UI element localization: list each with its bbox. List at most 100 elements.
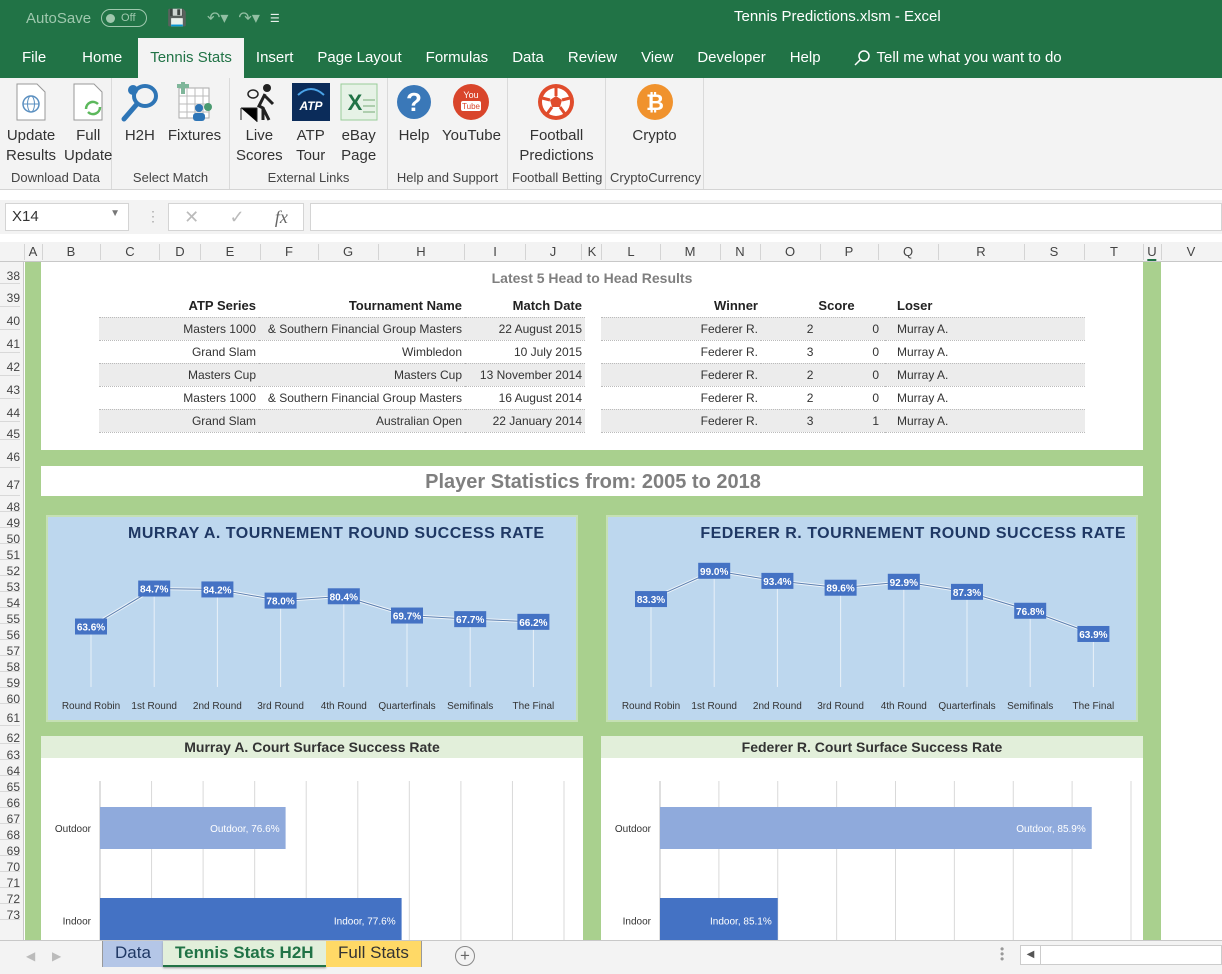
row-header-59[interactable]: 59: [0, 672, 20, 690]
column-divider[interactable]: [100, 244, 101, 260]
atp-tour-button[interactable]: ATP ATP Tour: [289, 82, 333, 169]
scroll-tabs-left-icon[interactable]: ◀: [26, 949, 35, 963]
row-header-40[interactable]: 40: [0, 307, 20, 330]
row-header-68[interactable]: 68: [0, 824, 20, 842]
tab-file[interactable]: File: [0, 38, 68, 78]
row-header-41[interactable]: 41: [0, 330, 20, 353]
cell-loser[interactable]: Murray A.: [885, 362, 1085, 387]
column-header-h[interactable]: H: [416, 244, 425, 259]
tab-insert[interactable]: Insert: [244, 38, 306, 78]
horizontal-scrollbar[interactable]: ◀: [1020, 945, 1222, 965]
row-header-53[interactable]: 53: [0, 576, 20, 594]
cell-s2[interactable]: 0: [842, 385, 885, 410]
row-header-63[interactable]: 63: [0, 744, 20, 762]
column-divider[interactable]: [760, 244, 761, 260]
tab-tennis-stats[interactable]: Tennis Stats: [138, 38, 244, 78]
cell-s2[interactable]: 1: [842, 408, 885, 433]
row-header-47[interactable]: 47: [0, 468, 20, 496]
cell-series[interactable]: Masters 1000: [99, 385, 259, 410]
cell-s1[interactable]: 3: [761, 408, 843, 433]
cell-s1[interactable]: 2: [761, 362, 843, 387]
row-header-69[interactable]: 69: [0, 840, 20, 858]
cell-tournament[interactable]: & Southern Financial Group Masters: [259, 316, 465, 341]
column-divider[interactable]: [938, 244, 939, 260]
murray-surface-chart[interactable]: Outdoor, 76.6% Outdoor Indoor, 77.6% Indoor: [41, 758, 583, 940]
ebay-page-button[interactable]: X eBay Page: [337, 82, 381, 169]
scroll-left-icon[interactable]: ◀: [1021, 946, 1041, 964]
cell-series[interactable]: Masters 1000: [99, 316, 259, 341]
row-header-70[interactable]: 70: [0, 856, 20, 874]
tab-home[interactable]: Home: [68, 38, 138, 78]
cell-date[interactable]: 16 August 2014: [465, 385, 585, 410]
cell-s2[interactable]: 0: [842, 339, 885, 364]
cell-tournament[interactable]: Masters Cup: [259, 362, 465, 387]
help-button[interactable]: ? Help: [392, 82, 436, 169]
column-header-j[interactable]: J: [550, 244, 557, 259]
column-header-i[interactable]: I: [493, 244, 497, 259]
live-scores-button[interactable]: Live Scores: [234, 82, 285, 169]
insert-function-icon[interactable]: fx: [275, 207, 288, 228]
tab-view[interactable]: View: [629, 38, 685, 78]
column-header-b[interactable]: B: [67, 244, 76, 259]
football-predictions-button[interactable]: Football Predictions: [517, 82, 595, 169]
tell-me-search[interactable]: Tell me what you want to do: [841, 38, 1074, 78]
autosave-toggle[interactable]: Off: [101, 9, 148, 27]
column-divider[interactable]: [1024, 244, 1025, 260]
drag-handle-icon[interactable]: ⋮: [146, 208, 160, 225]
cell-winner[interactable]: Federer R.: [601, 339, 761, 364]
youtube-button[interactable]: You Tube YouTube: [440, 82, 503, 169]
add-sheet-icon[interactable]: +: [455, 946, 475, 966]
tab-review[interactable]: Review: [556, 38, 629, 78]
row-header-43[interactable]: 43: [0, 376, 20, 399]
column-divider[interactable]: [378, 244, 379, 260]
row-header-56[interactable]: 56: [0, 624, 20, 642]
cell-winner[interactable]: Federer R.: [601, 385, 761, 410]
row-header-62[interactable]: 62: [0, 726, 20, 745]
crypto-button[interactable]: ₿ Crypto: [630, 82, 678, 169]
column-header-r[interactable]: R: [976, 244, 985, 259]
column-divider[interactable]: [42, 244, 43, 260]
federer-surface-chart[interactable]: Outdoor, 85.9% Outdoor Indoor, 85.1% Indoor: [601, 758, 1143, 940]
row-header-48[interactable]: 48: [0, 496, 20, 514]
murray-round-chart[interactable]: MURRAY A. TOURNEMENT ROUND SUCCESS RATE …: [46, 515, 578, 722]
cell-loser[interactable]: Murray A.: [885, 339, 1085, 364]
column-header-q[interactable]: Q: [903, 244, 913, 259]
cell-tournament[interactable]: Australian Open: [259, 408, 465, 433]
column-header-c[interactable]: C: [125, 244, 134, 259]
column-divider[interactable]: [1084, 244, 1085, 260]
column-divider[interactable]: [525, 244, 526, 260]
cell-winner[interactable]: Federer R.: [601, 316, 761, 341]
row-header-54[interactable]: 54: [0, 592, 20, 610]
cell-date[interactable]: 22 August 2015: [465, 316, 585, 341]
column-divider[interactable]: [720, 244, 721, 260]
cell-loser[interactable]: Murray A.: [885, 385, 1085, 410]
row-header-61[interactable]: 61: [0, 704, 20, 726]
row-header-50[interactable]: 50: [0, 528, 20, 546]
sheet-tab-data[interactable]: Data: [102, 941, 163, 967]
column-header-t[interactable]: T: [1110, 244, 1118, 259]
row-header-72[interactable]: 72: [0, 888, 20, 906]
column-header-a[interactable]: A: [29, 244, 38, 259]
column-divider[interactable]: [200, 244, 201, 260]
tab-data[interactable]: Data: [500, 38, 556, 78]
cell-winner[interactable]: Federer R.: [601, 408, 761, 433]
cell-loser[interactable]: Murray A.: [885, 408, 1085, 433]
tab-page-layout[interactable]: Page Layout: [305, 38, 413, 78]
row-header-45[interactable]: 45: [0, 422, 20, 441]
row-header-65[interactable]: 65: [0, 776, 20, 794]
cell-tournament[interactable]: & Southern Financial Group Masters: [259, 385, 465, 410]
column-header-e[interactable]: E: [226, 244, 235, 259]
scroll-tabs-right-icon[interactable]: ▶: [52, 949, 61, 963]
column-header-m[interactable]: M: [685, 244, 696, 259]
update-results-button[interactable]: Update Results: [4, 82, 58, 169]
sheet-tab-full-stats[interactable]: Full Stats: [326, 941, 422, 967]
customize-toolbar-icon[interactable]: ☰: [270, 12, 280, 25]
cell-date[interactable]: 13 November 2014: [465, 362, 585, 387]
tab-help[interactable]: Help: [778, 38, 833, 78]
enter-icon[interactable]: ✓: [229, 207, 244, 228]
column-header-l[interactable]: L: [627, 244, 634, 259]
row-header-64[interactable]: 64: [0, 760, 20, 778]
row-header-38[interactable]: 38: [0, 262, 20, 284]
column-divider[interactable]: [660, 244, 661, 260]
row-header-51[interactable]: 51: [0, 544, 20, 562]
